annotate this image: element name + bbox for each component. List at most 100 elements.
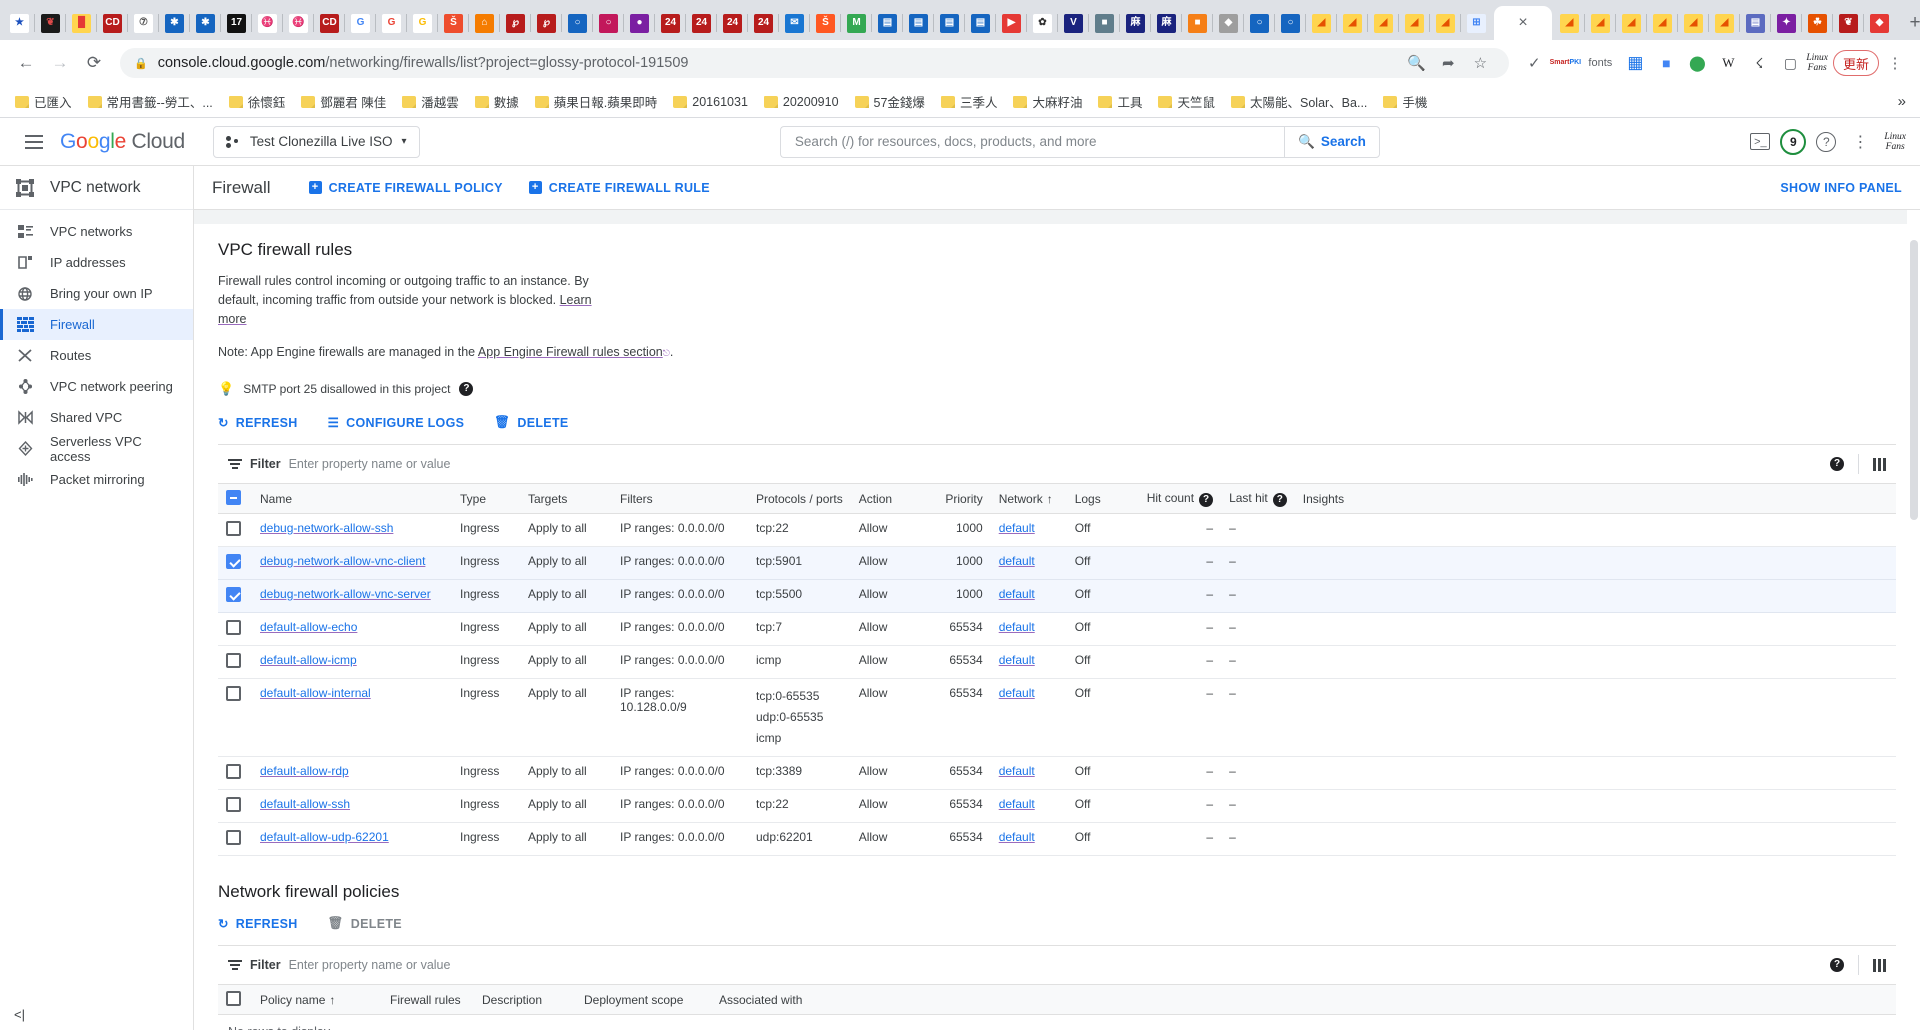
rule-network-link[interactable]: default: [999, 686, 1035, 700]
browser-tab-favicon[interactable]: ▤: [934, 6, 965, 40]
check-icon[interactable]: ✓: [1519, 48, 1549, 78]
browser-tab-favicon[interactable]: ⌂: [469, 6, 500, 40]
row-checkbox[interactable]: [226, 764, 241, 779]
browser-tab-favicon[interactable]: ▤: [1740, 6, 1771, 40]
gtranslate-icon[interactable]: ■: [1651, 48, 1681, 78]
browser-tab-favicon[interactable]: ▤: [965, 6, 996, 40]
column-header-filters[interactable]: Filters: [612, 483, 748, 514]
sidebar-item-serverless-vpc-access[interactable]: Serverless VPC access: [0, 433, 193, 464]
column-header-insights[interactable]: Insights: [1294, 483, 1896, 514]
row-checkbox[interactable]: [226, 686, 241, 701]
browser-tab-favicon[interactable]: M: [841, 6, 872, 40]
show-info-panel-link[interactable]: SHOW INFO PANEL: [1780, 181, 1902, 195]
bookmark-item[interactable]: 大麻籽油: [1006, 89, 1089, 114]
bookmark-item[interactable]: 太陽能、Solar、Ba...: [1224, 89, 1374, 114]
browser-tab-favicon[interactable]: ●: [624, 6, 655, 40]
browser-tab-favicon[interactable]: 24: [748, 6, 779, 40]
browser-tab-favicon[interactable]: G: [407, 6, 438, 40]
bookmark-item[interactable]: 常用書籤--勞工、...: [81, 89, 220, 114]
browser-tab-favicon[interactable]: G: [376, 6, 407, 40]
browser-tab-favicon[interactable]: ○: [1275, 6, 1306, 40]
account-avatar[interactable]: Linux Fans: [1884, 132, 1906, 152]
browser-tab-favicon[interactable]: ■: [1182, 6, 1213, 40]
column-header-logs[interactable]: Logs: [1066, 483, 1139, 514]
browser-tab-favicon[interactable]: ☘: [1802, 6, 1833, 40]
sidebar-item-ip-addresses[interactable]: IP addresses: [0, 247, 193, 278]
delete-button[interactable]: 🗑 DELETE: [494, 415, 568, 430]
extensions-puzzle-icon[interactable]: ☇: [1744, 48, 1774, 78]
bookmark-star-icon[interactable]: ☆: [1465, 48, 1495, 78]
column-help-icon[interactable]: ?: [1199, 492, 1214, 507]
rule-name-link[interactable]: debug-network-allow-ssh: [260, 521, 393, 535]
vertical-scrollbar[interactable]: [1907, 210, 1920, 1030]
browser-tab-favicon[interactable]: ℘: [531, 6, 562, 40]
rule-network-link[interactable]: default: [999, 764, 1035, 778]
rule-network-link[interactable]: default: [999, 554, 1035, 568]
table-row[interactable]: default-allow-rdp Ingress Apply to all IP r…: [218, 756, 1896, 790]
rule-name-link[interactable]: default-allow-udp-62201: [260, 830, 389, 844]
rule-network-link-cell[interactable]: default: [990, 579, 1067, 613]
share-icon[interactable]: ➦: [1433, 48, 1463, 78]
browser-tab-favicon[interactable]: V: [1058, 6, 1089, 40]
table-row[interactable]: debug-network-allow-ssh Ingress Apply to a…: [218, 513, 1896, 547]
bookmark-item[interactable]: 57金錢爆: [848, 89, 932, 114]
notifications-badge[interactable]: 9: [1780, 128, 1807, 155]
active-browser-tab[interactable]: ×: [1494, 6, 1552, 40]
browser-tab-favicon[interactable]: ◢: [1709, 6, 1740, 40]
configure-logs-button[interactable]: ☰ CONFIGURE LOGS: [328, 415, 465, 431]
policies-delete-button[interactable]: 🗑 DELETE: [328, 916, 402, 931]
bookmark-item[interactable]: 徐懷鈺: [222, 89, 293, 114]
rule-name-link[interactable]: default-allow-internal: [260, 686, 371, 700]
browser-tab-favicon[interactable]: ❦: [35, 6, 66, 40]
browser-tab-favicon[interactable]: 24: [717, 6, 748, 40]
browser-tab-favicon[interactable]: ★: [4, 6, 35, 40]
rule-name-link[interactable]: default-allow-rdp: [260, 764, 349, 778]
bookmark-item[interactable]: 工具: [1091, 89, 1149, 114]
browser-tab-favicon[interactable]: ▤: [872, 6, 903, 40]
app-engine-firewall-link[interactable]: App Engine Firewall rules section: [478, 345, 663, 359]
table-row[interactable]: default-allow-icmp Ingress Apply to all IP …: [218, 645, 1896, 679]
policies-column-header-deployment-scope[interactable]: Deployment scope: [576, 984, 711, 1015]
browser-tab-favicon[interactable]: CD: [97, 6, 128, 40]
browser-tab-favicon[interactable]: ✉: [779, 6, 810, 40]
browser-tab-favicon[interactable]: ❦: [1833, 6, 1864, 40]
row-checkbox[interactable]: [226, 587, 241, 602]
collapse-sidebar-button[interactable]: <|: [14, 1007, 25, 1022]
row-checkbox[interactable]: [226, 653, 241, 668]
navigation-menu-icon[interactable]: [14, 122, 54, 162]
bookmark-item[interactable]: 鄧麗君 陳佳: [294, 89, 393, 114]
vpc-filter-input[interactable]: Enter property name or value: [289, 457, 451, 471]
help-tooltip-icon[interactable]: ?: [459, 382, 474, 396]
rule-name-link-cell[interactable]: default-allow-echo: [252, 612, 452, 646]
column-display-options-icon[interactable]: [1873, 457, 1886, 471]
rule-name-link-cell[interactable]: default-allow-rdp: [252, 756, 452, 790]
bookmark-item[interactable]: 三季人: [934, 89, 1005, 114]
rule-network-link[interactable]: default: [999, 620, 1035, 634]
browser-tab-favicon[interactable]: 24: [686, 6, 717, 40]
fonts-label[interactable]: fonts: [1581, 48, 1619, 78]
refresh-button[interactable]: ↻ REFRESH: [218, 415, 298, 431]
bookmark-item[interactable]: 20200910: [757, 92, 846, 112]
rule-name-link[interactable]: debug-network-allow-vnc-client: [260, 554, 425, 568]
browser-tab-favicon[interactable]: ▤: [903, 6, 934, 40]
filter-help-icon[interactable]: ?: [1830, 457, 1844, 471]
browser-tab-favicon[interactable]: ✱: [190, 6, 221, 40]
browser-tab-favicon[interactable]: ▶: [996, 6, 1027, 40]
bookmark-item[interactable]: 20161031: [666, 92, 755, 112]
google-cloud-logo[interactable]: Google Cloud: [60, 130, 185, 154]
rule-network-link-cell[interactable]: default: [990, 822, 1067, 856]
browser-tab-favicon[interactable]: ○: [1244, 6, 1275, 40]
browser-tab-favicon[interactable]: ℘: [500, 6, 531, 40]
adblock-shield-icon[interactable]: ⬤: [1682, 48, 1712, 78]
column-header-targets[interactable]: Targets: [520, 483, 612, 514]
more-options-icon[interactable]: ⋮: [1846, 128, 1874, 156]
sidebar-item-routes[interactable]: Routes: [0, 340, 193, 371]
pocket-icon[interactable]: ▦: [1620, 48, 1650, 78]
policies-column-header-policy-name[interactable]: Policy name ↑: [252, 984, 382, 1015]
bookmark-item[interactable]: 手機: [1376, 89, 1434, 114]
rule-network-link[interactable]: default: [999, 653, 1035, 667]
rule-network-link-cell[interactable]: default: [990, 546, 1067, 580]
policies-select-all-checkbox[interactable]: [226, 990, 241, 1006]
close-tab-icon[interactable]: ×: [1518, 15, 1527, 31]
update-button[interactable]: 更新: [1832, 50, 1879, 76]
